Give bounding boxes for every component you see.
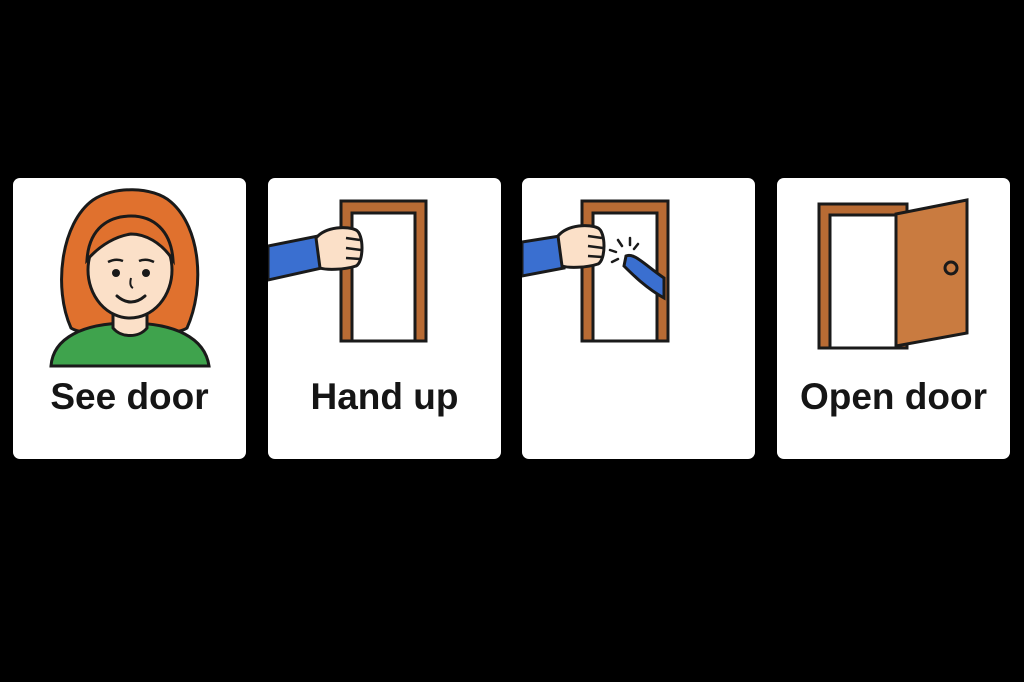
card-label: Hand up [310, 376, 459, 417]
card-hand-up[interactable]: Hand up [268, 178, 501, 459]
card-see-door[interactable]: See door [13, 178, 246, 459]
hand-on-door-frame-icon [268, 199, 428, 343]
card-label: Open door [799, 376, 988, 417]
hand-knocking-door-icon [522, 199, 670, 343]
card-label: See door [50, 376, 209, 417]
open-door-icon [817, 198, 969, 350]
card-open-door[interactable]: Open door [777, 178, 1010, 459]
card-knock[interactable] [522, 178, 755, 459]
woman-face-icon [49, 188, 211, 368]
